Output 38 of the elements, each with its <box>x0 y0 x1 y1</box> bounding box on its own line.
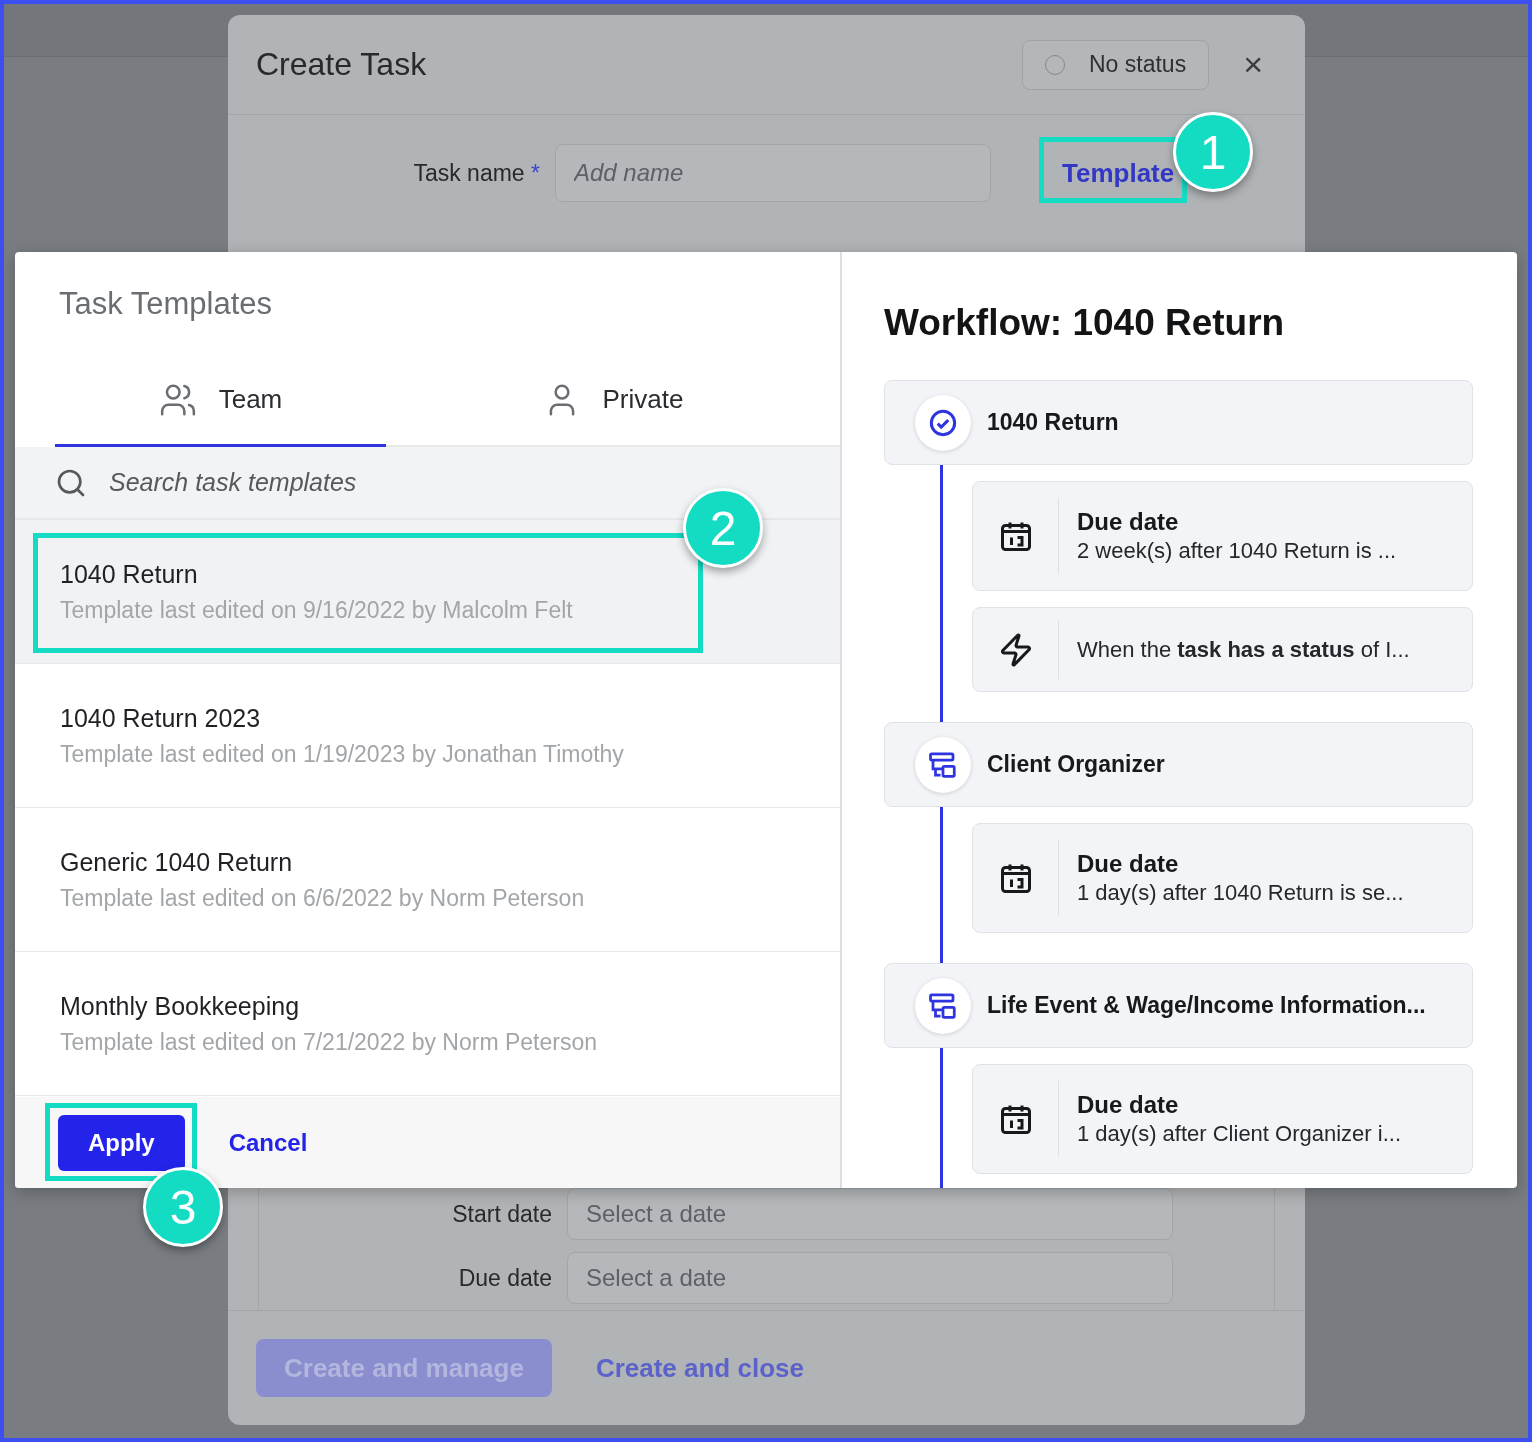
date-field[interactable]: Select a date <box>567 1252 1173 1304</box>
tab[interactable]: Private <box>386 355 840 447</box>
template-meta: Template last edited on 9/16/2022 by Malcolm Felt <box>60 596 574 624</box>
step-name: Life Event & Wage/Income Information... <box>987 992 1426 1019</box>
template-item[interactable]: Monthly Bookkeeping Template last edited on 7/21/2022 by Norm Peterson <box>15 952 840 1096</box>
panel-title: Task Templates <box>58 285 274 323</box>
action-text: 1 day(s) after Client Organizer i... <box>1077 1121 1401 1147</box>
step-name: Client Organizer <box>987 751 1165 778</box>
action-title: Due date <box>1077 508 1180 536</box>
status-button[interactable]: No status <box>1022 39 1210 90</box>
stacked-trays-icon <box>928 990 958 1021</box>
template-name: Monthly Bookkeeping <box>60 991 301 1021</box>
action-text: 1 day(s) after 1040 Return is se... <box>1077 880 1404 906</box>
action-title: Due date <box>1077 1091 1180 1119</box>
step-name: 1040 Return <box>987 409 1119 436</box>
stacked-trays-icon <box>928 749 958 780</box>
field-label: Due date <box>457 1264 552 1292</box>
workflow-title: Workflow: 1040 Return <box>884 302 1286 344</box>
check-circle-icon <box>929 408 957 437</box>
step-number-badge: 3 <box>143 1167 223 1247</box>
template-name: 1040 Return 2023 <box>60 703 262 733</box>
apply-button[interactable]: Apply <box>58 1114 185 1171</box>
action-text: When the task has a status of I... <box>1077 636 1410 663</box>
cancel-link[interactable]: Cancel <box>228 1128 308 1157</box>
date-field[interactable]: Select a date <box>567 1188 1173 1240</box>
action-text: 2 week(s) after 1040 Return is ... <box>1077 538 1397 564</box>
template-name: Generic 1040 Return <box>60 847 294 877</box>
dialog-title: Create Task <box>256 46 428 83</box>
close-button[interactable]: × <box>1229 45 1277 84</box>
field-label: Start date <box>451 1200 552 1228</box>
template-name: 1040 Return <box>60 559 199 589</box>
template-item[interactable]: Generic 1040 Return Template last edited on 6/6/2022 by Norm Peterson <box>15 808 840 952</box>
action-title: Due date <box>1077 850 1180 878</box>
template-meta: Template last edited on 1/19/2023 by Jonathan Timothy <box>60 740 625 768</box>
template-meta: Template last edited on 7/21/2022 by Norm Peterson <box>60 1028 598 1056</box>
template-item[interactable]: 1040 Return 2023 Template last edited on 1/19/2023 by Jonathan Timothy <box>15 664 840 808</box>
template-meta: Template last edited on 6/6/2022 by Norm Peterson <box>60 884 586 912</box>
field-label: Task name * <box>412 159 540 187</box>
